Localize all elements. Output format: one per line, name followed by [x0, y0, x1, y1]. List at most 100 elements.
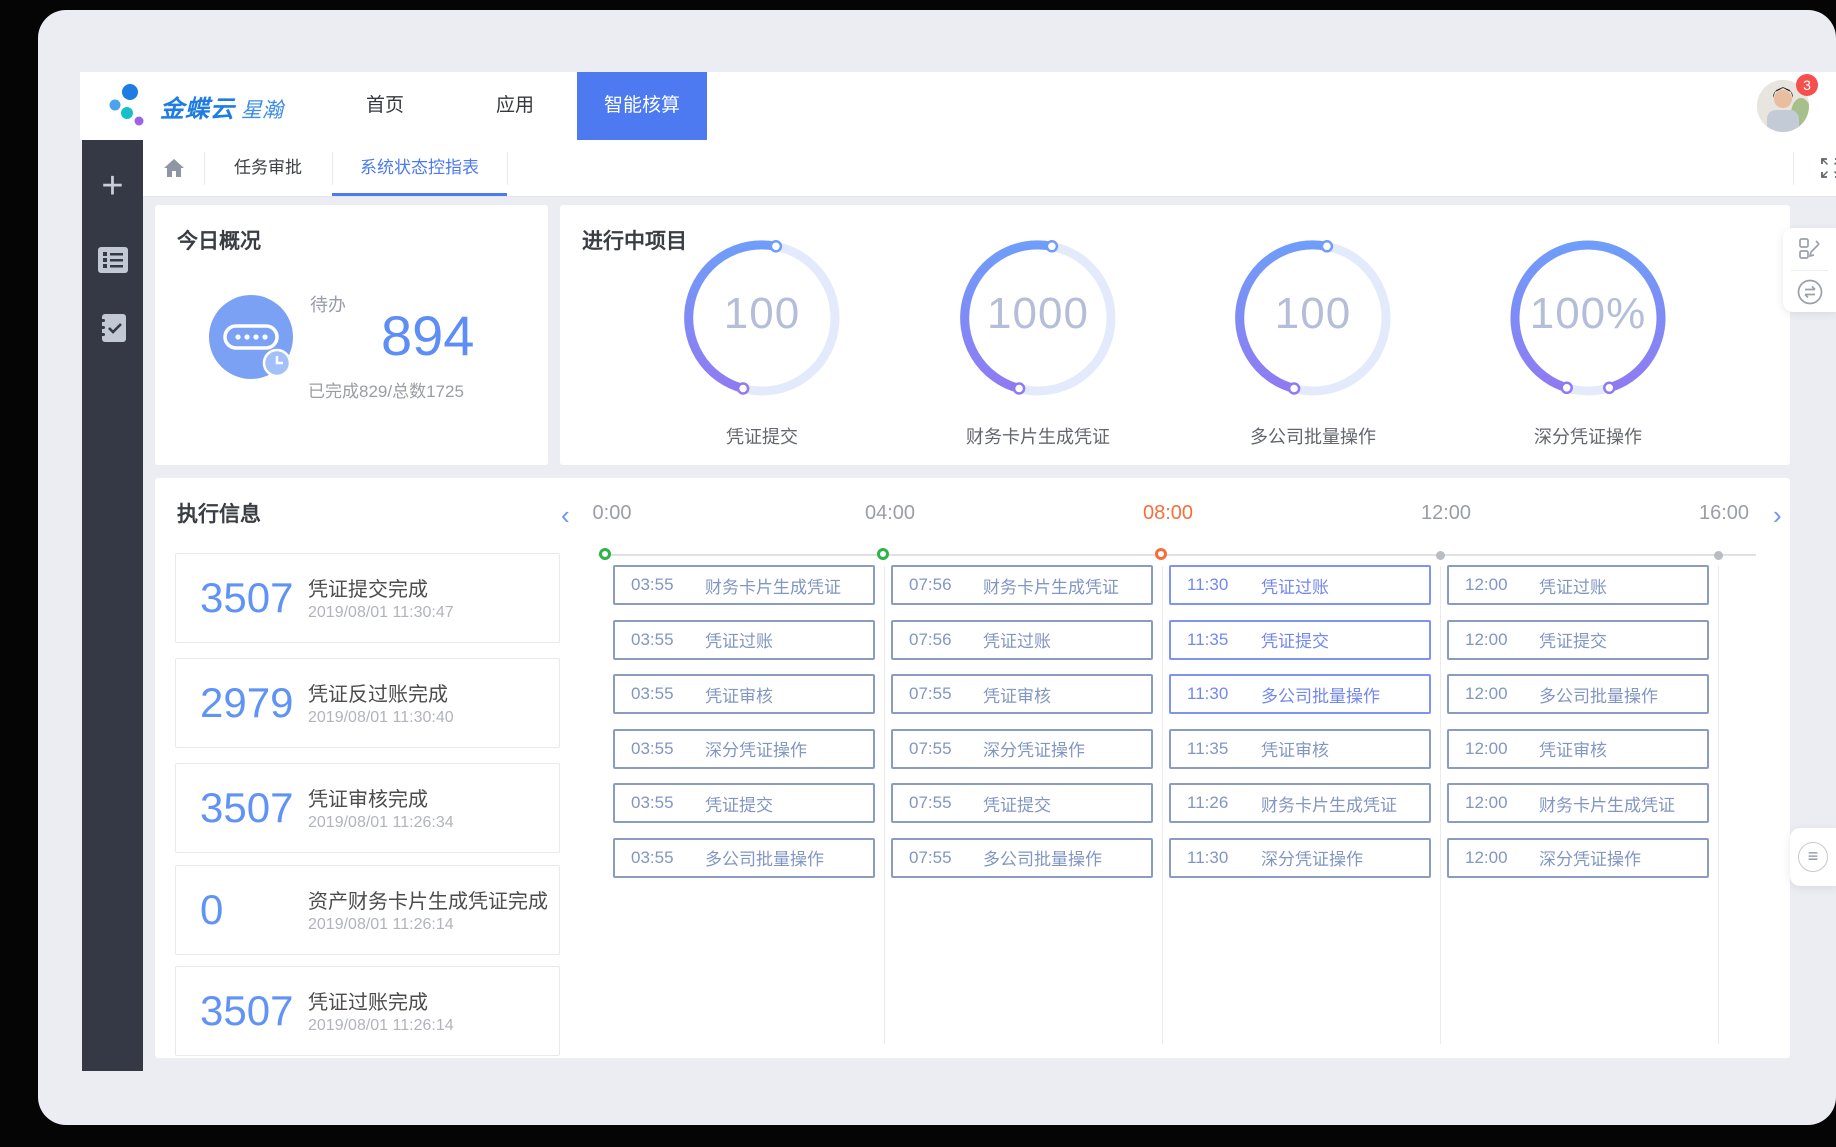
event-time: 12:00	[1465, 848, 1539, 868]
event-box[interactable]: 07:55凭证审核	[891, 674, 1153, 714]
execution-name: 凭证反过账完成	[308, 678, 448, 707]
timeline-tick-label[interactable]: 08:00	[1118, 502, 1218, 525]
event-label: 多公司批量操作	[705, 845, 824, 870]
event-label: 凭证提交	[705, 791, 773, 816]
timeline-marker-gray	[1714, 551, 1723, 560]
event-box[interactable]: 11:35凭证审核	[1169, 729, 1431, 769]
event-time: 03:55	[631, 848, 705, 868]
event-box[interactable]: 12:00凭证审核	[1447, 729, 1709, 769]
event-column-4: 12:00凭证过账12:00凭证提交12:00多公司批量操作12:00凭证审核1…	[1447, 565, 1709, 892]
tab-system-status[interactable]: 系统状态控指表	[332, 140, 507, 196]
fullscreen-button[interactable]	[1803, 140, 1836, 196]
logo-dots-icon	[106, 81, 150, 131]
event-box[interactable]: 03:55深分凭证操作	[613, 729, 875, 769]
event-box[interactable]: 12:00凭证提交	[1447, 620, 1709, 660]
gauge-3: 100多公司批量操作	[1213, 217, 1413, 457]
event-box[interactable]: 03:55凭证提交	[613, 783, 875, 823]
plus-icon: +	[101, 167, 123, 205]
event-box[interactable]: 03:55凭证过账	[613, 620, 875, 660]
event-box[interactable]: 11:26财务卡片生成凭证	[1169, 783, 1431, 823]
column-separator	[1718, 566, 1719, 1044]
transfer-icon	[1796, 278, 1824, 306]
fullscreen-icon	[1819, 156, 1836, 180]
nav-item-home[interactable]: 首页	[335, 72, 435, 140]
timeline-tick-label[interactable]: 04:00	[840, 502, 940, 525]
event-box[interactable]: 12:00凭证过账	[1447, 565, 1709, 605]
event-box[interactable]: 11:30凭证过账	[1169, 565, 1431, 605]
today-summary: 已完成829/总数1725	[308, 377, 464, 402]
notification-badge: 3	[1796, 74, 1818, 96]
nav-item-active-module[interactable]: 智能核算	[577, 72, 707, 140]
event-time: 12:00	[1465, 793, 1539, 813]
execution-timestamp: 2019/08/01 11:26:34	[308, 814, 454, 832]
event-label: 多公司批量操作	[1539, 682, 1658, 707]
timeline-tick-label[interactable]: 16:00	[1674, 502, 1774, 525]
event-column-1: 03:55财务卡片生成凭证03:55凭证过账03:55凭证审核03:55深分凭证…	[613, 565, 875, 892]
execution-name: 凭证审核完成	[308, 783, 428, 812]
gauge-value: 100%	[1488, 289, 1688, 339]
gauge-value: 100	[662, 289, 862, 339]
event-box[interactable]: 03:55财务卡片生成凭证	[613, 565, 875, 605]
event-time: 03:55	[631, 793, 705, 813]
layout-edit-button[interactable]	[1783, 228, 1836, 270]
app-window: 金蝶云星瀚 首页 应用 智能核算 3 任务审批 系统状态控指表	[38, 10, 1836, 1125]
event-label: 深分凭证操作	[1261, 845, 1363, 870]
event-box[interactable]: 03:55多公司批量操作	[613, 838, 875, 878]
sidebar-new-button[interactable]: +	[82, 164, 143, 208]
gauge-4: 100%深分凭证操作	[1488, 217, 1688, 457]
layout-edit-icon	[1797, 236, 1823, 262]
event-label: 深分凭证操作	[1539, 845, 1641, 870]
execution-timestamp: 2019/08/01 11:30:40	[308, 709, 454, 727]
event-box[interactable]: 07:56财务卡片生成凭证	[891, 565, 1153, 605]
event-label: 凭证审核	[705, 682, 773, 707]
execution-item[interactable]: 3507凭证审核完成2019/08/01 11:26:34	[175, 763, 560, 853]
event-box[interactable]: 11:30深分凭证操作	[1169, 838, 1431, 878]
todo-count: 894	[381, 303, 474, 368]
execution-item[interactable]: 3507凭证提交完成2019/08/01 11:30:47	[175, 553, 560, 643]
gauge-value: 100	[1213, 289, 1413, 339]
event-box[interactable]: 11:30多公司批量操作	[1169, 674, 1431, 714]
collapsed-menu-tab[interactable]: ≡	[1790, 828, 1836, 886]
brand-logo[interactable]: 金蝶云星瀚	[106, 80, 283, 132]
event-time: 07:55	[909, 739, 983, 759]
sidebar-tasks-button[interactable]	[82, 306, 143, 350]
event-time: 03:55	[631, 630, 705, 650]
event-box[interactable]: 07:55凭证提交	[891, 783, 1153, 823]
projects-card: 进行中项目 100凭证提交 1000财务卡片生成凭证 100多公司批量操作 10…	[560, 205, 1790, 465]
tab-home[interactable]	[143, 140, 204, 196]
event-box[interactable]: 11:35凭证提交	[1169, 620, 1431, 660]
tab-task-approval[interactable]: 任务审批	[204, 140, 332, 196]
event-box[interactable]: 12:00财务卡片生成凭证	[1447, 783, 1709, 823]
timeline-tick-label[interactable]: 12:00	[1396, 502, 1496, 525]
execution-timestamp: 2019/08/01 11:26:14	[308, 1017, 454, 1035]
event-column-2: 07:56财务卡片生成凭证 07:56凭证过账 07:55凭证审核 07:55深分凭证…	[891, 565, 1153, 892]
event-label: 凭证过账	[705, 627, 773, 652]
home-icon	[163, 158, 185, 178]
event-time: 12:00	[1465, 575, 1539, 595]
timeline-next-button[interactable]: ›	[1773, 502, 1782, 528]
event-box[interactable]: 07:55多公司批量操作	[891, 838, 1153, 878]
timeline-tick-label[interactable]: 0:00	[562, 502, 662, 525]
event-box[interactable]: 07:55深分凭证操作	[891, 729, 1153, 769]
transfer-button[interactable]	[1783, 271, 1836, 313]
event-box[interactable]: 12:00深分凭证操作	[1447, 838, 1709, 878]
event-time: 11:30	[1187, 575, 1261, 595]
execution-count: 0	[200, 886, 223, 934]
event-box[interactable]: 12:00多公司批量操作	[1447, 674, 1709, 714]
screenshot-stage: 金蝶云星瀚 首页 应用 智能核算 3 任务审批 系统状态控指表	[0, 0, 1836, 1147]
event-time: 11:35	[1187, 739, 1261, 759]
execution-item[interactable]: 0资产财务卡片生成凭证完成2019/08/01 11:26:14	[175, 865, 560, 955]
execution-item[interactable]: 2979凭证反过账完成2019/08/01 11:30:40	[175, 658, 560, 748]
timeline-axis	[598, 554, 1756, 556]
execution-timestamp: 2019/08/01 11:30:47	[308, 604, 454, 622]
brand-sub: 星瀚	[241, 99, 283, 122]
event-box[interactable]: 03:55凭证审核	[613, 674, 875, 714]
event-box[interactable]: 07:56凭证过账	[891, 620, 1153, 660]
today-title: 今日概况	[177, 225, 261, 255]
event-label: 凭证过账	[983, 627, 1051, 652]
nav-item-apps[interactable]: 应用	[465, 72, 565, 140]
sidebar-list-button[interactable]	[82, 238, 143, 282]
todo-label: 待办	[310, 291, 346, 317]
event-column-3: 11:30凭证过账11:35凭证提交11:30多公司批量操作11:35凭证审核1…	[1169, 565, 1431, 892]
execution-item[interactable]: 3507凭证过账完成2019/08/01 11:26:14	[175, 966, 560, 1056]
